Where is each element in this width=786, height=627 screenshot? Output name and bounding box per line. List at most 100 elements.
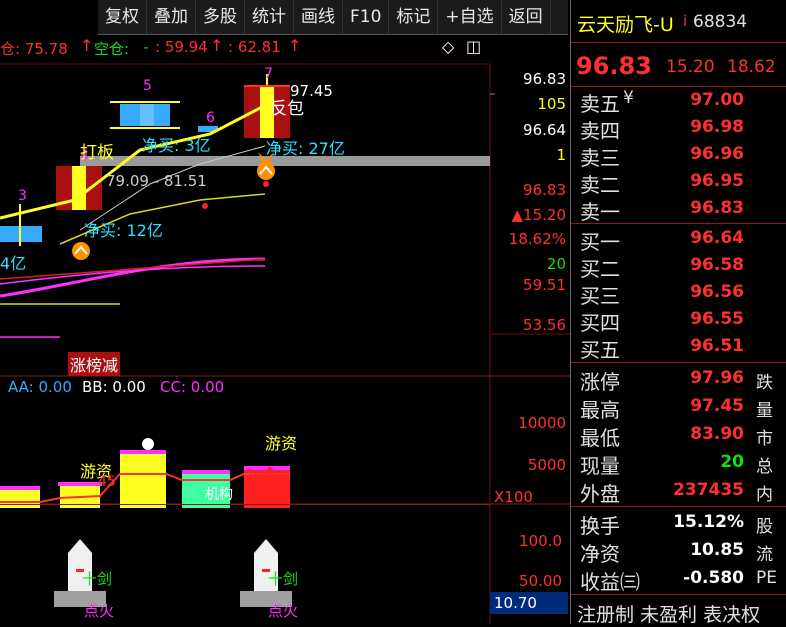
axis-bottom-2: 50.00	[519, 572, 562, 590]
stat-next-label: 总	[756, 457, 773, 477]
stat-next-label: 量	[756, 401, 773, 421]
bid-row-1[interactable]: 买一 96.64	[571, 226, 786, 254]
fin-label: 净资	[580, 542, 620, 566]
axis-price-1: 96.83	[523, 70, 566, 88]
bid-row-5[interactable]: 买五 96.51	[571, 334, 786, 362]
price-change-pct: 18.62	[727, 57, 776, 77]
stat-next-label: 内	[756, 485, 773, 505]
ask-price: 96.83	[690, 198, 744, 218]
stat-row-xianliang: 现量 20 总	[571, 450, 786, 478]
stat-value: 97.96	[690, 368, 744, 388]
yen-marker: ¥	[623, 88, 634, 108]
ask-row-1[interactable]: 卖一 96.83	[571, 196, 786, 224]
indicator-aa: AA: 0.00	[8, 378, 72, 396]
fanbao-label: 反包	[270, 99, 304, 119]
fin-next-label: 流	[756, 545, 773, 565]
stat-value: 20	[720, 452, 744, 472]
stat-row-zuigao: 最高 97.45 量	[571, 394, 786, 422]
axis-price-2: 96.64	[523, 121, 566, 139]
dianhuo-label-1: 点火	[84, 602, 115, 620]
axis-vol-2: 5000	[527, 456, 566, 474]
stat-value: 237435	[673, 480, 744, 500]
toolbar-zixuan[interactable]: +自选	[438, 0, 502, 34]
stat-next-label: 跌	[756, 373, 773, 393]
stat-row-zhangting: 涨停 97.96 跌	[571, 366, 786, 394]
partial-yi-label: 4亿	[0, 254, 27, 273]
ask-price: 96.95	[690, 171, 744, 191]
divider	[571, 42, 786, 43]
stat-value: 83.90	[690, 424, 744, 444]
stock-name-suffix: i	[683, 12, 688, 30]
marker-7: 7	[264, 66, 273, 82]
marker-3: 3	[18, 188, 27, 204]
kline-chart[interactable]	[0, 34, 570, 624]
ask-row-4[interactable]: 卖四 96.98	[571, 115, 786, 143]
dianhuo-label-2: 点火	[268, 602, 299, 620]
ask-label: 卖四	[580, 119, 620, 143]
fin-label: 换手	[580, 514, 620, 538]
bid-price: 96.55	[690, 309, 744, 329]
stat-label: 涨停	[580, 370, 620, 394]
bid-row-4[interactable]: 买四 96.55	[571, 307, 786, 335]
toolbar-fuquan[interactable]: 复权	[98, 0, 147, 34]
jigou-label: 机构	[205, 487, 233, 503]
price-change: 15.20	[666, 57, 715, 77]
stat-row-waipan: 外盘 237435 内	[571, 478, 786, 506]
bid-price: 96.58	[690, 255, 744, 275]
toolbar-duogu[interactable]: 多股	[196, 0, 245, 34]
quote-panel: 云天励飞-U i 68834 96.83 15.20 18.62 卖五 ¥ 97…	[571, 0, 786, 626]
toolbar-huaxian[interactable]: 画线	[294, 0, 343, 34]
fin-row-shouyi: 收益㈢ -0.580 PE	[571, 566, 786, 594]
toolbar-diejia[interactable]: 叠加	[147, 0, 196, 34]
stock-code: 68834	[693, 12, 748, 32]
marker-6: 6	[206, 110, 215, 126]
ask-row-3[interactable]: 卖三 96.96	[571, 142, 786, 170]
indicator-bb: BB: 0.00	[82, 378, 146, 396]
divider	[571, 362, 786, 363]
daban-label: 打板	[80, 143, 114, 163]
bid-label: 买四	[580, 311, 620, 335]
axis-price-2b: 1	[556, 146, 566, 164]
vol-number: 45	[98, 474, 116, 490]
toolbar-biaoji[interactable]: 标记	[389, 0, 439, 34]
axis-vol-1: 10000	[518, 414, 566, 432]
axis-volume-now: 20	[546, 255, 566, 273]
stock-name: 云天励飞-U	[577, 14, 674, 36]
bid-label: 买三	[580, 284, 620, 308]
stat-next-label: 市	[756, 429, 773, 449]
zhangbang-label: 涨榜减	[68, 352, 121, 376]
stat-label: 现量	[580, 454, 620, 478]
marker-5: 5	[143, 78, 152, 94]
bid-label: 买五	[580, 338, 620, 362]
axis-price-lower: 53.56	[523, 316, 566, 334]
stat-label: 最高	[580, 398, 620, 422]
stat-label: 最低	[580, 426, 620, 450]
fin-value: 15.12%	[673, 512, 744, 532]
toolbar-tongji[interactable]: 统计	[245, 0, 294, 34]
fin-row-huanshou: 换手 15.12% 股	[571, 510, 786, 538]
fin-value: 10.85	[690, 540, 744, 560]
bid-price: 96.64	[690, 228, 744, 248]
fin-next-label: 股	[756, 517, 773, 537]
ask-row-5[interactable]: 卖五 ¥ 97.00	[571, 88, 786, 116]
ask-row-2[interactable]: 卖二 96.95	[571, 169, 786, 197]
ask-label: 卖三	[580, 146, 620, 170]
bid-row-2[interactable]: 买二 96.58	[571, 253, 786, 281]
jingmai-label-1: 净买: 3亿	[142, 136, 211, 155]
divider	[571, 594, 786, 595]
jingmai-label-2: 净买: 27亿	[266, 139, 345, 158]
ask-label: 卖一	[580, 200, 620, 224]
crosshair-value-box: 10.70	[490, 592, 568, 614]
bid-row-3[interactable]: 买三 96.56	[571, 280, 786, 308]
toolbar-f10[interactable]: F10	[343, 0, 390, 34]
bid-price: 96.51	[690, 336, 744, 356]
toolbar-fanhui[interactable]: 返回	[502, 0, 551, 34]
ask-price: 96.96	[690, 144, 744, 164]
stat-row-zuidi: 最低 83.90 市	[571, 422, 786, 450]
ask-price: 96.98	[690, 117, 744, 137]
ask-label: 卖二	[580, 173, 620, 197]
ask-price: 97.00	[690, 90, 744, 110]
axis-price-1b: 105	[537, 95, 566, 113]
ask-label: 卖五	[580, 92, 620, 116]
range-label: 79.09 - 81.51	[106, 172, 207, 190]
